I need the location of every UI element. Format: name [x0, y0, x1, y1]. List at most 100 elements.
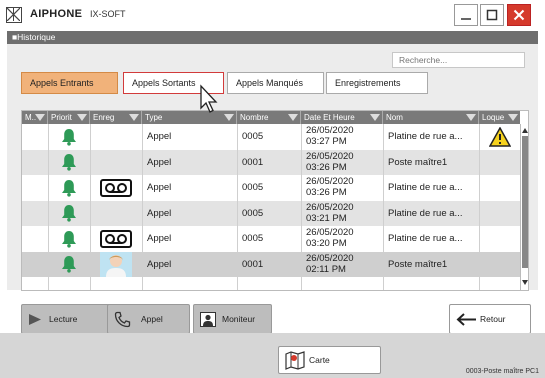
type-cell: Appel [147, 131, 172, 142]
time-text: 03:20 PM [306, 238, 347, 249]
filter-dropdown-icon [129, 114, 139, 121]
snapshot-thumbnail [90, 251, 142, 277]
map-icon [285, 351, 305, 370]
app-logo-icon [6, 7, 22, 23]
column-divider [48, 124, 49, 290]
table-row[interactable]: Appel 0005 26/05/2020 03:20 PM Platine de ru… [22, 226, 520, 251]
carte-button[interactable]: Carte [278, 346, 381, 374]
date-text: 26/05/2020 [306, 176, 354, 187]
column-divider [383, 124, 384, 290]
warning-icon [479, 124, 520, 149]
table-row[interactable]: Appel 0005 26/05/2020 03:21 PM Platine de ru… [22, 200, 520, 226]
number-cell: 0001 [242, 258, 264, 270]
minimize-button[interactable] [454, 4, 478, 26]
date-text: 26/05/2020 [306, 227, 354, 238]
close-button[interactable] [507, 4, 531, 26]
moniteur-button[interactable]: Moniteur [193, 304, 272, 334]
app-window: AIPHONE IX-SOFT ■Historique Appels Entra… [0, 0, 545, 378]
tab-enregistrements[interactable]: Enregistrements [326, 72, 428, 94]
column-header-nom[interactable]: Nom [383, 111, 479, 124]
filter-dropdown-icon [466, 114, 476, 121]
type-cell: Appel [147, 156, 172, 168]
column-header-loquet[interactable]: Loque [479, 111, 520, 124]
scroll-down-icon[interactable] [522, 280, 528, 285]
section-title: ■Historique [7, 31, 538, 44]
column-header-priorite[interactable]: Priorit [48, 111, 90, 124]
table-row[interactable]: Appel 0005 26/05/2020 03:26 PM Platine de ru… [22, 175, 520, 200]
filter-dropdown-icon [224, 114, 234, 121]
name-cell: Platine de rue a... [388, 131, 463, 142]
vertical-scrollbar[interactable] [520, 124, 528, 290]
time-text: 02:11 PM [306, 263, 346, 275]
filter-dropdown-icon [35, 114, 45, 121]
bell-icon [48, 201, 90, 226]
column-divider [301, 124, 302, 290]
recording-icon [90, 175, 142, 200]
bell-icon [48, 150, 90, 175]
table-row[interactable]: Appel 0005 26/05/2020 03:27 PM Platine de ru… [22, 124, 520, 149]
mouse-cursor-icon [200, 84, 218, 113]
datetime-cell: 26/05/2020 03:27 PM [301, 124, 383, 149]
datetime-cell: 26/05/2020 02:11 PM [301, 252, 383, 277]
title-bar: AIPHONE IX-SOFT [0, 0, 545, 30]
number-cell: 0001 [242, 156, 264, 168]
column-header-enreg[interactable]: Enreg [90, 111, 142, 124]
time-text: 03:26 PM [306, 187, 347, 198]
bell-icon [48, 226, 90, 251]
bell-icon [48, 124, 90, 149]
bell-icon [48, 252, 90, 277]
filter-dropdown-icon [288, 114, 298, 121]
maximize-icon [486, 9, 498, 21]
phone-icon [114, 311, 131, 328]
lecture-button[interactable]: Lecture [21, 304, 119, 334]
recording-icon [90, 226, 142, 251]
maximize-button[interactable] [480, 4, 504, 26]
number-cell: 0005 [242, 182, 264, 193]
date-text: 26/05/2020 [306, 252, 354, 264]
back-arrow-icon [456, 313, 476, 326]
status-text: 0003-Poste maître PC1 [465, 368, 539, 375]
type-cell: Appel [147, 258, 172, 270]
name-cell: Poste maître1 [388, 156, 448, 168]
datetime-cell: 26/05/2020 03:26 PM [301, 150, 383, 175]
column-divider [479, 124, 480, 290]
product-name: IX-SOFT [90, 9, 126, 19]
tab-appels-entrants[interactable]: Appels Entrants [21, 72, 118, 94]
scroll-up-icon[interactable] [522, 128, 528, 133]
type-cell: Appel [147, 233, 172, 244]
type-cell: Appel [147, 182, 172, 193]
tab-appels-manques[interactable]: Appels Manqués [227, 72, 324, 94]
column-header-date[interactable]: Date Et Heure [301, 111, 383, 124]
table-row[interactable]: Appel 0001 26/05/2020 02:11 PM Poste maître1 [22, 251, 520, 277]
bell-icon [48, 175, 90, 200]
name-cell: Platine de rue a... [388, 207, 463, 219]
retour-button[interactable]: Retour [449, 304, 531, 334]
type-cell: Appel [147, 207, 172, 219]
column-header-nombre[interactable]: Nombre [237, 111, 301, 124]
time-text: 03:27 PM [306, 136, 347, 147]
column-header-type[interactable]: Type [142, 111, 237, 124]
datetime-cell: 26/05/2020 03:26 PM [301, 175, 383, 200]
minimize-icon [461, 18, 471, 20]
appel-button[interactable]: Appel [107, 304, 190, 334]
search-input[interactable] [392, 52, 525, 68]
history-table: M.. Priorit Enreg Type Nombre Date Et He… [21, 110, 529, 291]
filter-dropdown-icon [77, 114, 87, 121]
column-divider [90, 124, 91, 290]
date-text: 26/05/2020 [306, 125, 354, 136]
name-cell: Poste maître1 [388, 258, 448, 270]
close-icon [513, 9, 525, 21]
time-text: 03:26 PM [306, 161, 347, 173]
scroll-thumb[interactable] [522, 136, 528, 268]
column-header-m[interactable]: M.. [22, 111, 48, 124]
table-header: M.. Priorit Enreg Type Nombre Date Et He… [22, 111, 520, 124]
table-row[interactable]: Appel 0001 26/05/2020 03:26 PM Poste maître1 [22, 149, 520, 175]
column-divider [142, 124, 143, 290]
filter-dropdown-icon [370, 114, 380, 121]
number-cell: 0005 [242, 233, 264, 244]
datetime-cell: 26/05/2020 03:21 PM [301, 201, 383, 226]
play-icon [29, 314, 41, 325]
name-cell: Platine de rue a... [388, 233, 463, 244]
name-cell: Platine de rue a... [388, 182, 463, 193]
datetime-cell: 26/05/2020 03:20 PM [301, 226, 383, 251]
